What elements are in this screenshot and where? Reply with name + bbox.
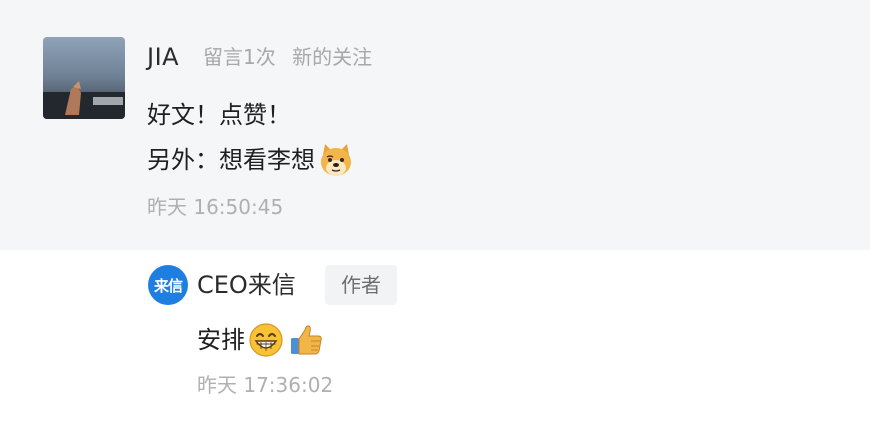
comment-text-line-1: 好文！点赞！ [147, 101, 291, 129]
grin-icon [247, 321, 285, 359]
reply-text: 安排 [197, 326, 245, 354]
comment-text-line-2-text: 另外：想看李想 [147, 146, 315, 174]
author-name[interactable]: CEO来信 [197, 266, 296, 304]
user-avatar[interactable] [43, 37, 125, 119]
user-tags: 留言1次 新的关注 [203, 40, 372, 74]
comment-timestamp: 昨天 16:50:45 [147, 195, 284, 219]
new-follower-tag: 新的关注 [292, 45, 373, 69]
comment-count-tag: 留言1次 [203, 45, 276, 69]
author-avatar[interactable]: 来信 [148, 265, 188, 305]
reply-text-line: 安排 [197, 320, 325, 360]
comment-card: JIA 留言1次 新的关注 好文！点赞！ 另外：想看李想 昨天 16:50:45 [0, 0, 870, 250]
comment-text-line-2: 另外：想看李想 [147, 140, 355, 180]
doge-icon [317, 141, 355, 179]
thumbs-up-icon [287, 321, 325, 359]
reply-timestamp: 昨天 17:36:02 [197, 373, 334, 397]
author-badge: 作者 [325, 265, 397, 305]
username[interactable]: JIA [147, 40, 179, 74]
